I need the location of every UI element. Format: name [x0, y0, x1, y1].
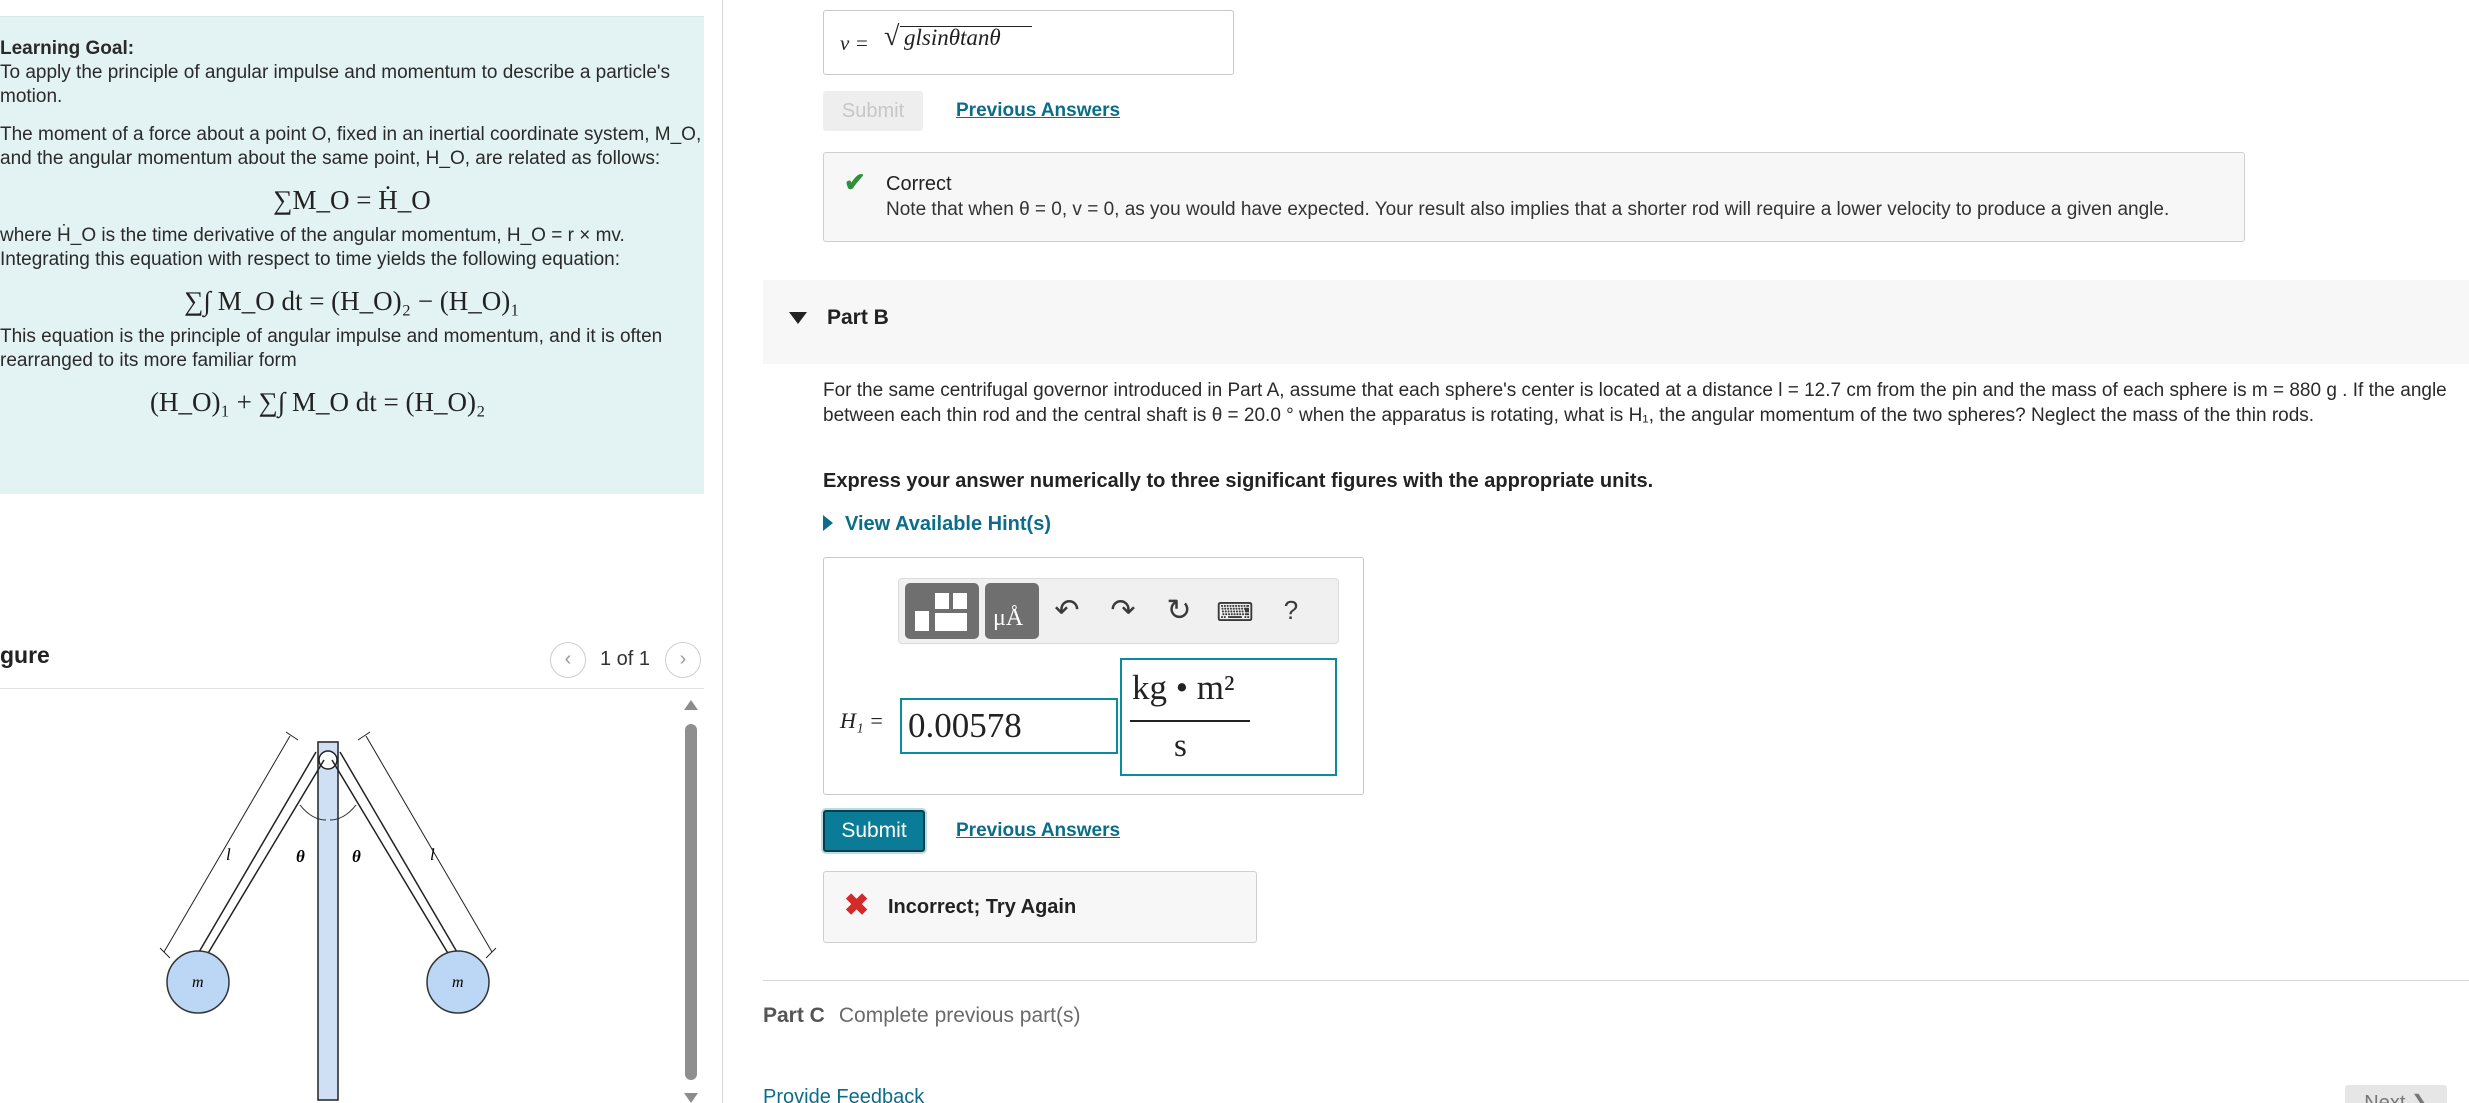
keyboard-icon[interactable]: ⌨ [1215, 597, 1255, 628]
math-toolbar: μÅ ↶ ↷ ↻ ⌨ ? [898, 578, 1339, 644]
learning-goal-para1: The moment of a force about a point O, f… [0, 124, 702, 169]
chevron-right-icon: › [679, 648, 687, 670]
left-length-label: l [226, 845, 231, 864]
undo-icon[interactable]: ↶ [1047, 593, 1087, 628]
provide-feedback-link[interactable]: Provide Feedback [763, 1086, 924, 1103]
centrifugal-governor-figure: l l θ θ m m [159, 731, 497, 1101]
scroll-up-arrow-icon[interactable] [684, 700, 698, 710]
equation-1: ∑M_O = Ḣ_O [273, 185, 431, 215]
partA-feedback-text: Note that when θ = 0, v = 0, as you woul… [886, 199, 2170, 220]
redo-icon[interactable]: ↷ [1103, 593, 1143, 628]
templates-button[interactable] [905, 583, 979, 639]
help-icon[interactable]: ? [1271, 595, 1311, 626]
partA-feedback-correct: ✔ Correct Note that when θ = 0, v = 0, a… [823, 152, 2245, 242]
partB-question: For the same centrifugal governor introd… [823, 380, 2447, 426]
partB-feedback-title: Incorrect; Try Again [888, 896, 1077, 918]
caret-right-icon [823, 515, 833, 531]
left-mass-label: m [192, 974, 204, 991]
right-mass-label: m [452, 974, 464, 991]
left-dimension-line [163, 735, 291, 953]
units-button[interactable]: μÅ [985, 583, 1039, 639]
right-length-label: l [430, 845, 435, 864]
scroll-down-arrow-icon[interactable] [684, 1093, 698, 1103]
partA-answer-value: glsinθtanθ [904, 25, 1001, 50]
partB-units-input[interactable]: kg • m² s [1120, 658, 1337, 776]
sqrt-icon: √ [884, 21, 900, 52]
learning-goal-intro: To apply the principle of angular impuls… [0, 62, 671, 107]
reset-icon[interactable]: ↻ [1159, 593, 1199, 628]
view-hints-link[interactable]: View Available Hint(s) [823, 513, 1051, 536]
partC-title: Part C [763, 1004, 825, 1027]
checkmark-icon: ✔ [844, 167, 866, 197]
pin [318, 750, 338, 770]
chevron-left-icon: ‹ [564, 648, 572, 670]
equation-2: ∑∫ M_O dt = (H_O)₂ − (H_O)₁ [184, 286, 520, 316]
left-angle-label: θ [296, 847, 305, 866]
partB-answer-editor: μÅ ↶ ↷ ↻ ⌨ ? H₁ = 0.00578 kg • m² s [823, 557, 1364, 795]
unit-denominator: s [1174, 728, 1187, 764]
scroll-thumb[interactable] [685, 724, 697, 1080]
equation-3: (H_O)₁ + ∑∫ M_O dt = (H_O)₂ [150, 387, 486, 417]
view-hints-label: View Available Hint(s) [845, 513, 1051, 535]
partB-answer-label: H₁ = [840, 708, 884, 733]
partB-feedback-incorrect: ✖ Incorrect; Try Again [823, 871, 1257, 943]
right-angle-label: θ [352, 847, 361, 866]
learning-goal-para3: This equation is the principle of angula… [0, 326, 663, 371]
figure-header: gure ‹ 1 of 1 › [0, 636, 704, 690]
figure-divider [0, 688, 704, 689]
partA-answer-box: v = √ glsinθtanθ [823, 10, 1234, 75]
figure-next-button[interactable]: › [665, 642, 701, 678]
partA-submit-button[interactable]: Submit [823, 91, 923, 131]
right-dimension-line [365, 735, 493, 953]
templates-icon [915, 593, 967, 631]
partC-header: Part C Complete previous part(s) [763, 1004, 1080, 1028]
partB-previous-answers-link[interactable]: Previous Answers [956, 820, 1120, 842]
part-divider [763, 980, 2469, 981]
unit-numerator: kg • m² [1132, 668, 1235, 707]
partA-feedback-title: Correct [886, 173, 952, 195]
next-button[interactable]: Next ❯ [2345, 1085, 2447, 1103]
x-mark-icon: ✖ [844, 889, 870, 922]
figure-count: 1 of 1 [600, 648, 651, 670]
learning-goal-para2: where Ḣ_O is the time derivative of the … [0, 225, 625, 270]
central-shaft [317, 741, 339, 1101]
right-panel: v = √ glsinθtanθ Submit Previous Answers… [723, 0, 2469, 1103]
right-rod [331, 759, 459, 971]
caret-down-icon [789, 312, 807, 324]
partB-submit-button[interactable]: Submit [823, 810, 925, 852]
left-rod [197, 759, 325, 971]
units-icon: μÅ [993, 605, 1024, 631]
learning-goal-title: Learning Goal: [0, 38, 135, 59]
partC-status: Complete previous part(s) [838, 1004, 1081, 1027]
learning-goal-box: Learning Goal: To apply the principle of… [0, 16, 704, 494]
partB-title: Part B [827, 306, 889, 329]
partB-header[interactable]: Part B [763, 280, 2469, 364]
partA-previous-answers-link[interactable]: Previous Answers [956, 100, 1120, 122]
figure-title: gure [0, 642, 50, 668]
partB-value-input[interactable]: 0.00578 [900, 698, 1118, 754]
partB-instruction: Express your answer numerically to three… [823, 470, 1654, 492]
partA-answer-label: v = [840, 31, 869, 55]
left-panel: Learning Goal: To apply the principle of… [0, 0, 722, 1103]
figure-prev-button[interactable]: ‹ [550, 642, 586, 678]
figure-scrollbar[interactable] [684, 700, 698, 1103]
